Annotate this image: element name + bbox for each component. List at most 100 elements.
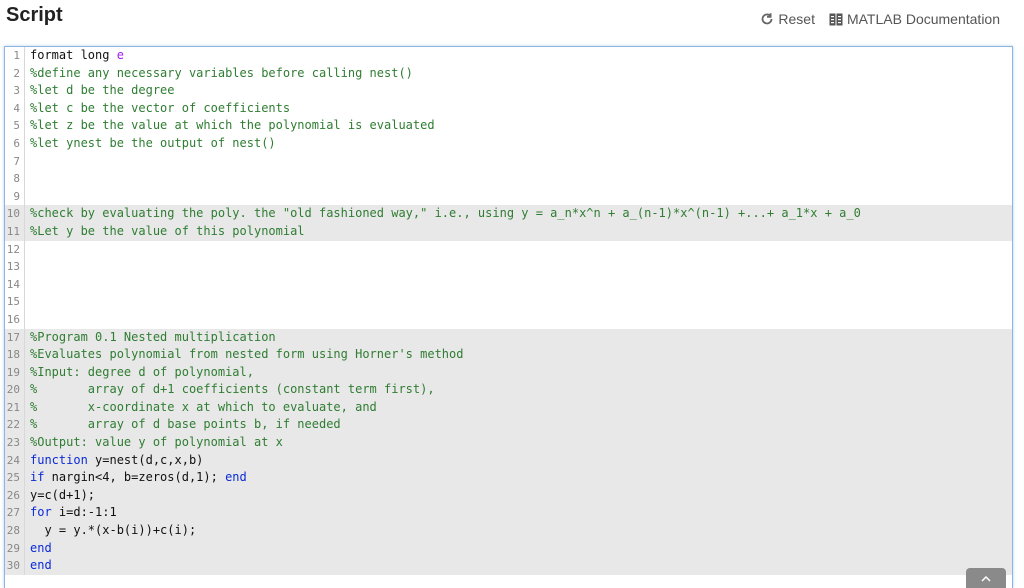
code-token: %Output: value y of polynomial at x (30, 435, 283, 449)
code-token: %let d be the degree (30, 83, 175, 97)
line-number: 27 (5, 504, 25, 522)
refresh-icon (760, 12, 774, 26)
reset-label: Reset (778, 11, 815, 27)
code-line[interactable]: 6%let ynest be the output of nest() (5, 135, 1012, 153)
code-text (25, 241, 30, 259)
line-number: 21 (5, 399, 25, 417)
line-number: 5 (5, 117, 25, 135)
line-number: 6 (5, 135, 25, 153)
code-token: end (30, 541, 52, 555)
code-line[interactable]: 27for i=d:-1:1 (5, 504, 1012, 522)
reset-button[interactable]: Reset (760, 11, 815, 27)
code-token: %check by evaluating the poly. the "old … (30, 206, 861, 220)
code-token: end (30, 558, 52, 572)
code-text (25, 258, 30, 276)
line-number: 29 (5, 540, 25, 558)
line-number: 17 (5, 329, 25, 347)
line-number: 28 (5, 522, 25, 540)
code-text (25, 170, 30, 188)
code-line[interactable]: 7 (5, 153, 1012, 171)
code-token: y = y.*(x-b(i))+c(i); (30, 523, 196, 537)
line-number: 8 (5, 170, 25, 188)
code-line[interactable]: 25if nargin<4, b=zeros(d,1); end (5, 469, 1012, 487)
header-links: Reset MATLAB Documentation (760, 11, 1000, 27)
code-line[interactable]: 10 %check by evaluating the poly. the "ol… (5, 205, 1012, 223)
code-text: %Output: value y of polynomial at x (25, 434, 283, 452)
code-line[interactable]: 17 %Program 0.1 Nested multiplication (5, 329, 1012, 347)
code-line[interactable]: 28 y = y.*(x-b(i))+c(i); (5, 522, 1012, 540)
code-text: %Let y be the value of this polynomial (25, 223, 305, 241)
code-line[interactable]: 1format long e (5, 47, 1012, 65)
code-text (25, 153, 30, 171)
line-number: 1 (5, 47, 25, 65)
code-text: %let d be the degree (25, 82, 175, 100)
code-line[interactable]: 3%let d be the degree (5, 82, 1012, 100)
code-text: for i=d:-1:1 (25, 504, 117, 522)
code-text: %Evaluates polynomial from nested form u… (25, 346, 463, 364)
matlab-documentation-link[interactable]: MATLAB Documentation (829, 11, 1000, 27)
code-text (25, 293, 30, 311)
code-text: %Program 0.1 Nested multiplication (25, 329, 276, 347)
code-token: for (30, 505, 52, 519)
code-line[interactable]: 24function y=nest(d,c,x,b) (5, 452, 1012, 470)
line-number: 23 (5, 434, 25, 452)
code-token: format long (30, 48, 117, 62)
code-token: % array of d+1 coefficients (constant te… (30, 382, 435, 396)
code-token: %let z be the value at which the polynom… (30, 118, 435, 132)
code-text: end (25, 557, 52, 575)
code-line[interactable]: 4%let c be the vector of coefficients (5, 100, 1012, 118)
code-line[interactable]: 11 %Let y be the value of this polynomial (5, 223, 1012, 241)
code-text (25, 276, 30, 294)
script-header: Script Reset MATLAB Documentation (0, 0, 1024, 44)
line-number: 30 (5, 557, 25, 575)
code-text: %check by evaluating the poly. the "old … (25, 205, 861, 223)
code-editor[interactable]: 1format long e2%define any necessary var… (4, 46, 1013, 588)
code-line[interactable]: 26 y=c(d+1); (5, 487, 1012, 505)
code-text: %define any necessary variables before c… (25, 65, 413, 83)
code-token: %let c be the vector of coefficients (30, 101, 290, 115)
code-line[interactable]: 21 % x-coordinate x at which to evaluate,… (5, 399, 1012, 417)
code-text: % array of d base points b, if needed (25, 416, 341, 434)
code-token: y=nest(d,c,x,b) (88, 453, 204, 467)
code-text: % array of d+1 coefficients (constant te… (25, 381, 435, 399)
code-line[interactable]: 2%define any necessary variables before … (5, 65, 1012, 83)
line-number: 15 (5, 293, 25, 311)
code-token: y=c(d+1); (30, 488, 95, 502)
code-token: %define any necessary variables before c… (30, 66, 413, 80)
scroll-up-button[interactable] (966, 568, 1006, 588)
code-line[interactable]: 19 %Input: degree d of polynomial, (5, 364, 1012, 382)
code-token: %Program 0.1 Nested multiplication (30, 330, 276, 344)
line-number: 9 (5, 188, 25, 206)
code-token: % array of d base points b, if needed (30, 417, 341, 431)
line-number: 25 (5, 469, 25, 487)
code-text: %let ynest be the output of nest() (25, 135, 276, 153)
code-line[interactable]: 20% array of d+1 coefficients (constant … (5, 381, 1012, 399)
line-number: 26 (5, 487, 25, 505)
code-line[interactable]: 16 (5, 311, 1012, 329)
code-line[interactable]: 15 (5, 293, 1012, 311)
code-token: %Let y be the value of this polynomial (30, 224, 305, 238)
code-token: end (225, 470, 247, 484)
code-token: if (30, 470, 44, 484)
code-token: %Input: degree d of polynomial, (30, 365, 254, 379)
code-line[interactable]: 8 (5, 170, 1012, 188)
code-line[interactable]: 13 (5, 258, 1012, 276)
code-line[interactable]: 18%Evaluates polynomial from nested form… (5, 346, 1012, 364)
code-token: % x-coordinate x at which to evaluate, a… (30, 400, 377, 414)
line-number: 19 (5, 364, 25, 382)
code-line[interactable]: 23 %Output: value y of polynomial at x (5, 434, 1012, 452)
line-number: 10 (5, 205, 25, 223)
code-line[interactable]: 29 end (5, 540, 1012, 558)
line-number: 13 (5, 258, 25, 276)
code-line[interactable]: 14 (5, 276, 1012, 294)
code-line[interactable]: 30 end (5, 557, 1012, 575)
line-number: 7 (5, 153, 25, 171)
code-text: %let c be the vector of coefficients (25, 100, 290, 118)
code-line[interactable]: 5 %let z be the value at which the polyno… (5, 117, 1012, 135)
line-number: 18 (5, 346, 25, 364)
code-line[interactable]: 9 (5, 188, 1012, 206)
code-line[interactable]: 12 (5, 241, 1012, 259)
line-number: 11 (5, 223, 25, 241)
code-line[interactable]: 22% array of d base points b, if needed (5, 416, 1012, 434)
documentation-book-icon (829, 13, 843, 26)
